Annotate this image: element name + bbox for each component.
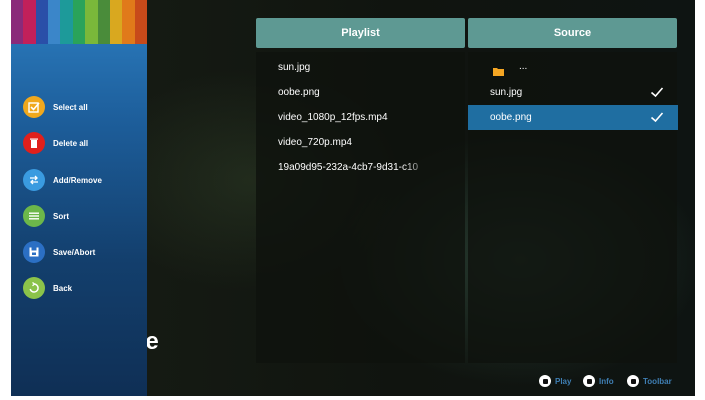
swap-icon: [23, 169, 45, 191]
source-item-label: sun.jpg: [490, 87, 523, 98]
drawer-item-label: Delete all: [53, 138, 89, 148]
folder-icon: [493, 63, 504, 81]
source-item[interactable]: sun.jpg: [468, 80, 678, 105]
list-icon: [23, 205, 45, 227]
drawer-item-save-abort[interactable]: Save/Abort: [23, 241, 95, 263]
drawer-item-label: Back: [53, 283, 73, 293]
playlist-item[interactable]: video_1080p_12fps.mp4: [278, 112, 433, 123]
check-icon: [650, 87, 664, 98]
screen-edge-right: [695, 0, 705, 400]
folder-up-label: ...: [519, 61, 528, 72]
hint-play: Play: [539, 375, 571, 387]
toolbar-key-icon: [627, 375, 639, 387]
source-item-label: oobe.png: [490, 112, 532, 123]
check-icon: [650, 112, 664, 123]
drawer-item-select-all[interactable]: Select all: [23, 96, 88, 118]
play-key-icon: [539, 375, 551, 387]
drawer-item-label: Select all: [53, 102, 88, 112]
playlist-header: Playlist: [256, 18, 465, 48]
drawer-item-add-remove[interactable]: Add/Remove: [23, 169, 102, 191]
source-item-selected[interactable]: oobe.png: [468, 105, 678, 130]
hint-label: Play: [555, 376, 572, 386]
drawer-header-image: [11, 0, 147, 44]
drawer-item-sort[interactable]: Sort: [23, 205, 69, 227]
playlist-item[interactable]: sun.jpg: [278, 62, 433, 73]
playlist-item[interactable]: oobe.png: [278, 87, 433, 98]
hint-info: Info: [583, 375, 614, 387]
back-icon: [23, 277, 45, 299]
screen-edge-left: [0, 0, 11, 400]
source-header: Source: [468, 18, 677, 48]
screen-edge-bottom: [0, 396, 705, 400]
playlist-item[interactable]: video_720p.mp4: [278, 137, 433, 148]
info-key-icon: [583, 375, 595, 387]
hint-label: Info: [599, 376, 614, 386]
trash-icon: [23, 132, 45, 154]
playlist-panel[interactable]: sun.jpg oobe.png video_1080p_12fps.mp4 v…: [256, 52, 465, 363]
playlist-item[interactable]: 19a09d95-232a-4cb7-9d31-c10: [278, 162, 433, 173]
drawer-item-label: Save/Abort: [53, 247, 96, 257]
drawer-item-back[interactable]: Back: [23, 277, 72, 299]
hint-toolbar: Toolbar: [627, 375, 672, 387]
side-drawer: Select all Delete all Add/Remove Sort Sa…: [11, 0, 147, 396]
hint-label: Toolbar: [643, 376, 672, 386]
drawer-item-label: Sort: [53, 211, 69, 221]
source-folder-up[interactable]: ...: [468, 55, 678, 80]
drawer-item-delete-all[interactable]: Delete all: [23, 132, 88, 154]
floppy-icon: [23, 241, 45, 263]
checkbox-icon: [23, 96, 45, 118]
drawer-item-label: Add/Remove: [53, 175, 102, 185]
source-panel[interactable]: ... sun.jpg oobe.png: [468, 52, 678, 363]
